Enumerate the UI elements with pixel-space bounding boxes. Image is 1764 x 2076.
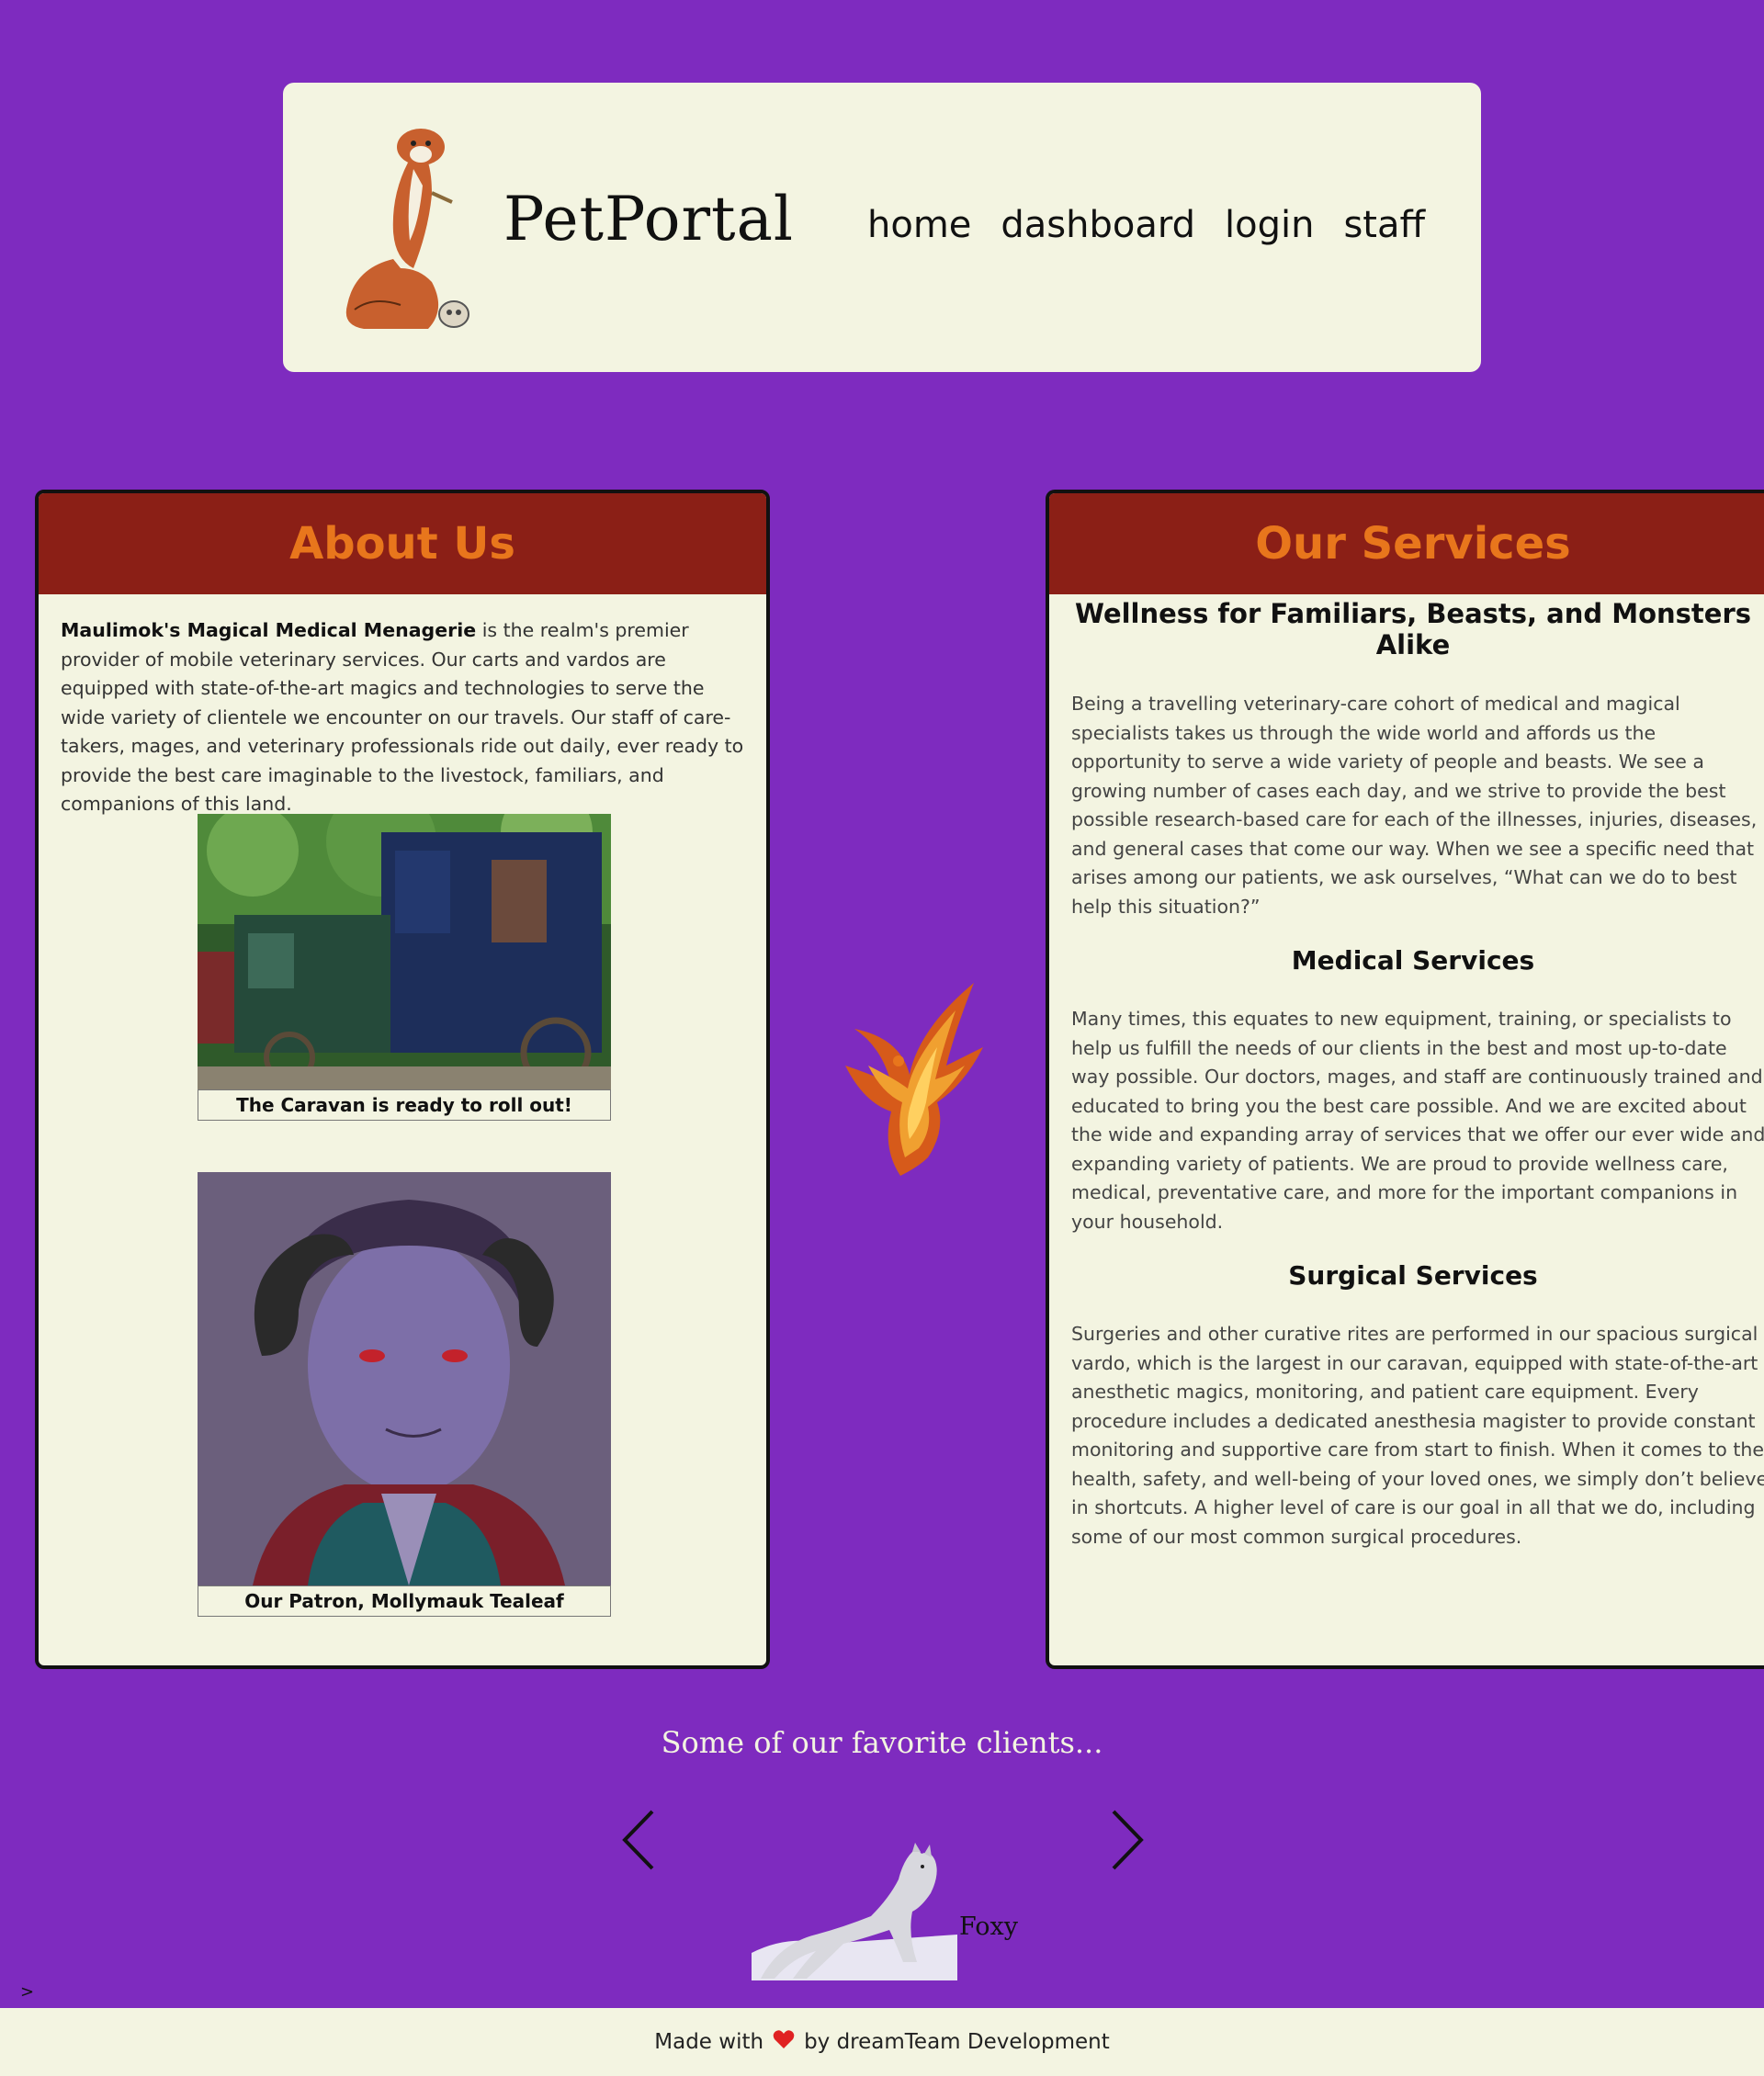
about-intro: Maulimok's Magical Medical Menagerie is … — [61, 616, 746, 819]
medical-services-heading: Medical Services — [1291, 945, 1535, 976]
clients-heading: Some of our favorite clients... — [661, 1725, 1103, 1760]
services-title: Our Services — [1255, 518, 1571, 570]
site-header: PetPortal home dashboard login staff — [283, 83, 1481, 372]
surgical-services-heading: Surgical Services — [1288, 1260, 1538, 1291]
about-title: About Us — [289, 518, 515, 570]
footer-made-with: Made with — [654, 2030, 764, 2054]
surgical-services-text: Surgeries and other curative rites are p… — [1071, 1323, 1764, 1548]
services-card-header: Our Services — [1049, 493, 1764, 594]
ferret-mascot-icon[interactable] — [336, 121, 474, 333]
patron-portrait — [198, 1172, 611, 1585]
services-card: Our Services Wellness for Familiars, Bea… — [1046, 490, 1764, 1669]
client-photo-wolf — [752, 1843, 957, 1980]
console-caret: > — [20, 1982, 35, 2002]
about-intro-text: is the realm's premier provider of mobil… — [61, 619, 744, 815]
heart-icon — [773, 2029, 795, 2055]
medical-services-text: Many times, this equates to new equipmen… — [1071, 1008, 1764, 1233]
about-card: About Us Maulimok's Magical Medical Mena… — [35, 490, 770, 1669]
services-intro: Being a travelling veterinary-care cohor… — [1071, 693, 1758, 918]
patron-figure: Our Patron, Mollymauk Tealeaf — [198, 1172, 611, 1617]
client-name: Foxy — [959, 1912, 1018, 1941]
brand-name[interactable]: PetPortal — [503, 184, 794, 254]
nav-link-home[interactable]: home — [867, 204, 971, 246]
services-subtitle: Wellness for Familiars, Beasts, and Mons… — [1074, 598, 1752, 660]
caravan-figure: The Caravan is ready to roll out! — [198, 814, 611, 1121]
phoenix-icon — [827, 974, 985, 1185]
patron-caption: Our Patron, Mollymauk Tealeaf — [198, 1585, 611, 1617]
nav-link-staff[interactable]: staff — [1343, 204, 1425, 246]
site-footer: Made with by dreamTeam Development — [0, 2008, 1764, 2076]
caravan-photo — [198, 814, 611, 1089]
about-intro-company: Maulimok's Magical Medical Menagerie — [61, 619, 477, 641]
main-nav: home dashboard login staff — [867, 204, 1425, 246]
about-card-header: About Us — [39, 493, 766, 594]
footer-credit: by dreamTeam Development — [804, 2030, 1110, 2054]
caravan-caption: The Caravan is ready to roll out! — [198, 1089, 611, 1121]
nav-link-login[interactable]: login — [1225, 204, 1314, 246]
nav-link-dashboard[interactable]: dashboard — [1001, 204, 1195, 246]
chevron-right-icon[interactable] — [1102, 1808, 1148, 1872]
chevron-left-icon[interactable] — [617, 1808, 663, 1872]
